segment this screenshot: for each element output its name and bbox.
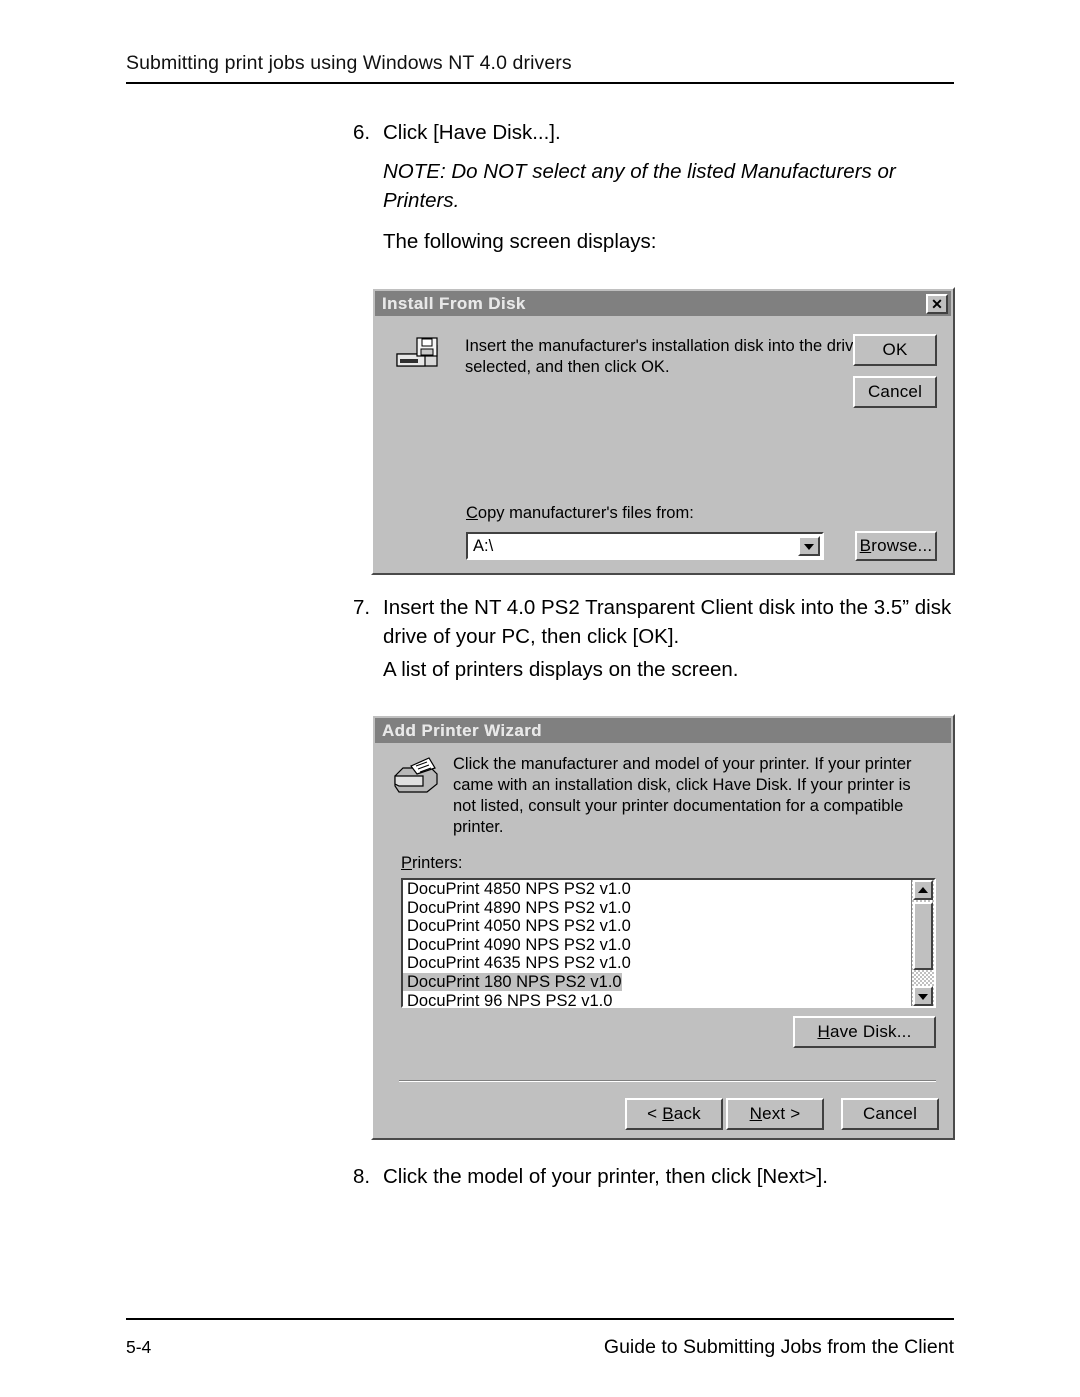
install-from-disk-dialog: Install From Disk ✕ Insert the manufactu… [371,287,955,575]
wizard-separator [399,1080,936,1082]
footer-page-number: 5-4 [126,1337,152,1357]
printer-icon [391,754,439,796]
back-button-prefix: < [647,1104,663,1123]
install-dialog-title: Install From Disk [382,293,526,313]
printers-scrollbar[interactable] [911,880,934,1006]
have-disk-button[interactable]: Have Disk... [793,1016,936,1048]
printers-label-rest: rinters: [412,854,463,872]
next-button-rest: ext > [762,1104,801,1123]
browse-button[interactable]: Browse... [855,531,937,561]
back-button-accel: B [662,1104,674,1123]
header-rule [126,82,954,84]
list-item[interactable]: DocuPrint 180 NPS PS2 v1.0 [403,972,622,991]
step-7-text: Insert the NT 4.0 PS2 Transparent Client… [383,596,952,648]
step-6: 6. Click [Have Disk...]. [353,118,963,147]
list-item[interactable]: DocuPrint 96 NPS PS2 v1.0 [403,992,912,1007]
have-disk-rest: ave Disk... [829,1022,912,1041]
cancel-button[interactable]: Cancel [853,376,937,408]
next-button-accel: N [749,1104,763,1123]
have-disk-accel: H [817,1022,830,1041]
chevron-down-icon[interactable] [798,536,820,556]
copy-from-label-rest: opy manufacturer's files from: [477,504,694,522]
footer-rule [126,1318,954,1320]
list-item[interactable]: DocuPrint 4850 NPS PS2 v1.0 [403,880,912,899]
list-item[interactable]: DocuPrint 4635 NPS PS2 v1.0 [403,954,912,973]
list-item[interactable]: DocuPrint 4050 NPS PS2 v1.0 [403,917,912,936]
printers-label: Printers: [401,854,462,873]
copy-from-input[interactable]: A:\ [473,537,493,556]
wizard-dialog-message: Click the manufacturer and model of your… [453,755,912,836]
wizard-dialog-title: Add Printer Wizard [382,720,543,740]
copy-from-label-accel: C [466,504,478,522]
copy-from-combobox[interactable]: A:\ [466,532,824,560]
step-6-note: NOTE: Do NOT select any of the listed Ma… [383,160,896,212]
list-item[interactable]: DocuPrint 4890 NPS PS2 v1.0 [403,899,912,918]
back-button[interactable]: < Back [625,1098,723,1130]
add-printer-wizard-dialog: Add Printer Wizard Click the manufacture… [371,714,955,1140]
step-6-text: Click [Have Disk...]. [383,121,561,144]
footer-title: Guide to Submitting Jobs from the Client [603,1336,954,1358]
copy-from-label: Copy manufacturer's files from: [466,504,694,523]
printers-listbox[interactable]: DocuPrint 4850 NPS PS2 v1.0 DocuPrint 489… [401,878,936,1008]
next-button[interactable]: Next > [726,1098,824,1130]
step-7-followup: A list of printers displays on the scree… [383,658,739,681]
list-item[interactable]: DocuPrint 4090 NPS PS2 v1.0 [403,936,912,955]
step-8: 8. Click the model of your printer, then… [353,1162,963,1191]
step-7: 7. Insert the NT 4.0 PS2 Transparent Cli… [353,593,963,651]
floppy-drive-icon [395,336,441,376]
step-8-text: Click the model of your printer, then cl… [383,1165,828,1188]
install-dialog-titlebar[interactable]: Install From Disk ✕ [375,291,951,316]
scroll-up-icon[interactable] [913,880,933,900]
step-8-number: 8. [353,1165,371,1188]
install-dialog-message: Insert the manufacturer's installation d… [465,337,863,376]
back-button-rest: ack [673,1104,701,1123]
scroll-down-icon[interactable] [913,986,933,1006]
ok-button[interactable]: OK [853,334,937,366]
browse-button-accel: B [859,536,872,555]
page-header-title: Submitting print jobs using Windows NT 4… [126,52,572,74]
step-6-number: 6. [353,121,371,144]
scrollbar-thumb[interactable] [913,902,933,970]
step-7-number: 7. [353,596,371,619]
wizard-cancel-button[interactable]: Cancel [841,1098,939,1130]
printers-label-accel: P [401,854,413,872]
wizard-dialog-titlebar[interactable]: Add Printer Wizard [375,718,951,743]
browse-button-rest: rowse... [871,536,933,555]
page-footer: 5-4 Guide to Submitting Jobs from the Cl… [126,1318,954,1359]
printers-list-items[interactable]: DocuPrint 4850 NPS PS2 v1.0 DocuPrint 489… [403,880,912,1006]
close-icon[interactable]: ✕ [926,293,948,314]
step-6-followup: The following screen displays: [383,230,657,253]
page-header: Submitting print jobs using Windows NT 4… [126,52,954,84]
